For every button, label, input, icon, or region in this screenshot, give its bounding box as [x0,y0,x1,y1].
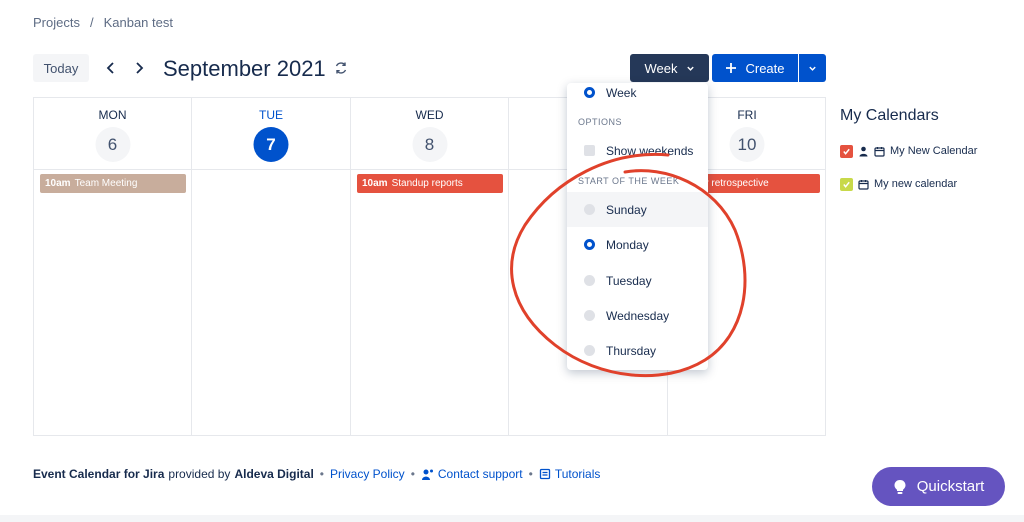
chevron-down-icon [809,66,816,71]
event-time: 10am [362,178,388,189]
event-team-meeting[interactable]: 10am Team Meeting [40,174,186,193]
radio-selected-icon [584,239,595,250]
day-number-today[interactable]: 7 [253,127,289,162]
chevron-left-icon [106,62,114,74]
checkmark-icon [843,148,850,155]
create-button[interactable]: Create [712,54,798,82]
footer-provided-by: provided by [168,467,231,481]
view-selector-label: Week [644,60,678,76]
next-week-button[interactable] [130,58,148,78]
option-label: Week [606,85,637,100]
radio-selected-icon [584,87,595,98]
option-label: Wednesday [606,308,670,323]
calendar-checkbox[interactable] [840,177,853,191]
view-option-week[interactable]: Week [567,83,708,110]
support-person-icon [421,469,433,480]
day-number[interactable]: 10 [729,127,765,162]
view-selector-button[interactable]: Week [630,54,709,82]
lightbulb-icon [894,479,906,494]
checkmark-icon [843,181,850,188]
day-of-week-label: MON [98,108,127,122]
option-label: Sunday [606,202,647,217]
calendar-name: My new calendar [874,178,958,190]
day-header: MON 6 [34,97,191,170]
footer-separator: • [528,467,533,481]
day-header: WED 8 [351,97,508,170]
footer-separator: • [319,467,324,481]
options-section-header: OPTIONS [578,117,623,127]
day-column-tue[interactable]: TUE 7 [192,97,351,435]
day-column-wed[interactable]: WED 8 10am Standup reports [351,97,509,435]
privacy-policy-link[interactable]: Privacy Policy [330,467,405,481]
start-option-sunday[interactable]: Sunday [567,192,708,227]
event-title: Standup reports [391,178,463,189]
today-button[interactable]: Today [33,54,89,82]
previous-week-button[interactable] [102,58,120,78]
breadcrumb-separator: / [89,15,94,30]
option-label: Thursday [606,343,657,358]
event-time: 10am [45,178,71,189]
calendar-checkbox[interactable] [840,144,853,158]
start-of-week-section-header: START OF THE WEEK [578,176,680,186]
footer-app-name: Event Calendar for Jira [33,467,165,481]
day-header: TUE 7 [192,97,350,170]
tutorials-link[interactable]: Tutorials [555,467,601,481]
show-weekends-toggle[interactable]: Show weekends [567,133,708,168]
option-label: Tuesday [606,273,652,288]
plus-icon [726,63,737,73]
event-standup-reports[interactable]: 10am Standup reports [357,174,503,193]
radio-icon [584,204,595,215]
day-of-week-label: WED [415,108,444,122]
option-label: Monday [606,237,649,252]
quickstart-button[interactable]: Quickstart [872,467,1005,506]
radio-icon [584,310,595,321]
create-button-label: Create [745,60,785,76]
my-calendars-title: My Calendars [840,107,939,124]
chevron-right-icon [136,62,144,74]
contact-support-link[interactable]: Contact support [438,467,523,481]
breadcrumb-current[interactable]: Kanban test [104,15,173,30]
view-options-dropdown: Week OPTIONS Show weekends START OF THE … [567,83,708,370]
footer: Event Calendar for Jira provided by Alde… [33,467,600,481]
footer-vendor: Aldeva Digital [234,467,314,481]
create-options-button[interactable] [799,54,826,82]
calendar-icon [874,146,885,157]
person-icon [859,146,868,156]
breadcrumb-projects-link[interactable]: Projects [33,15,80,30]
checkbox-icon [584,145,595,156]
start-option-monday[interactable]: Monday [567,227,708,262]
option-label: Show weekends [606,143,694,158]
event-title: Team Meeting [74,178,138,189]
day-of-week-label: TUE [259,108,283,122]
calendar-item[interactable]: My New Calendar [840,143,977,159]
radio-icon [584,345,595,356]
breadcrumb: Projects / Kanban test [33,15,173,30]
footer-separator: • [410,467,415,481]
calendar-name: My New Calendar [890,145,978,157]
radio-icon [584,275,595,286]
day-number[interactable]: 8 [412,127,447,162]
calendar-icon [858,179,869,190]
chevron-down-icon [686,66,694,71]
book-icon [539,468,550,480]
day-number[interactable]: 6 [95,127,130,162]
refresh-icon[interactable] [334,61,348,75]
bottom-bar [0,515,1024,522]
quickstart-label: Quickstart [916,478,985,495]
start-option-wednesday[interactable]: Wednesday [567,298,708,333]
start-option-tuesday[interactable]: Tuesday [567,263,708,298]
start-option-thursday[interactable]: Thursday [567,333,708,368]
month-title: September 2021 [163,56,326,81]
day-column-mon[interactable]: MON 6 10am Team Meeting [34,97,192,435]
calendar-item[interactable]: My new calendar [840,176,957,192]
